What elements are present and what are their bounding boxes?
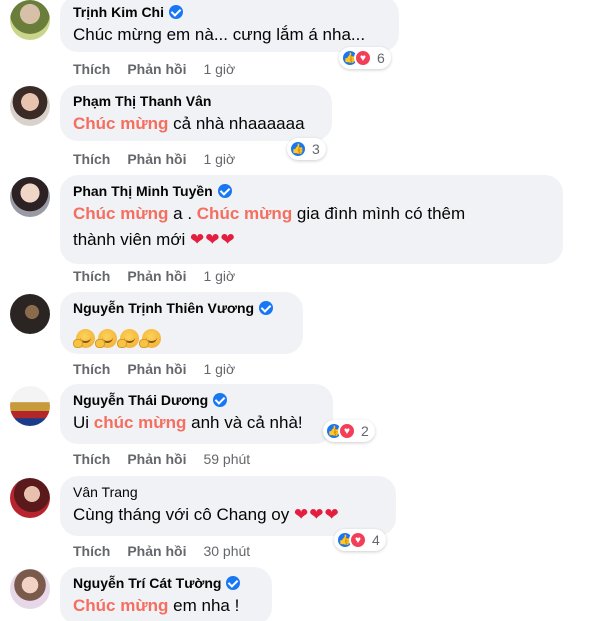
like-button[interactable]: Thích xyxy=(73,61,110,77)
reply-button[interactable]: Phản hồi xyxy=(127,61,186,77)
comment-bubble: Trịnh Kim Chi Chúc mừng em nà... cưng lắ… xyxy=(60,0,399,52)
comment-actions: Thích Phản hồi 1 giờ xyxy=(73,60,235,78)
hugging-face-emoji-icon xyxy=(95,328,117,348)
comment-text: Ui chúc mừng anh và cả nhà! xyxy=(73,410,319,436)
commenter-name[interactable]: Trịnh Kim Chi xyxy=(73,4,164,20)
comment-actions: Thích Phản hồi 1 giờ xyxy=(73,150,235,168)
comment-time[interactable]: 1 giờ xyxy=(203,361,235,377)
comment-actions: Thích Phản hồi 59 phút xyxy=(73,450,250,468)
reply-button[interactable]: Phản hồi xyxy=(127,451,186,467)
reaction-summary[interactable]: 👍 3 xyxy=(287,138,326,160)
highlight-text: Chúc mừng xyxy=(73,596,169,615)
reaction-summary[interactable]: 👍 ♥ 4 xyxy=(334,529,386,551)
comment-text: Chúc mừng em nà... cưng lắm á nha... xyxy=(73,25,366,44)
verified-badge-icon xyxy=(217,184,232,198)
comment-text: Chúc mừng a . Chúc mừng gia đình mình có… xyxy=(73,201,549,227)
text-fragment: Cùng tháng với cô Chang oy xyxy=(73,505,294,524)
avatar[interactable] xyxy=(10,0,50,40)
heart-emoji-icon: ❤❤❤ xyxy=(189,230,236,249)
heart-reaction-icon: ♥ xyxy=(338,422,356,440)
like-button[interactable]: Thích xyxy=(73,268,110,284)
reaction-summary[interactable]: 👍 ♥ 6 xyxy=(339,47,391,69)
comment-bubble: Nguyễn Trí Cát Tường Chúc mừng em nha ! xyxy=(60,567,272,621)
hugging-face-emoji-icon xyxy=(73,328,95,348)
avatar[interactable] xyxy=(10,386,50,426)
reply-button[interactable]: Phản hồi xyxy=(127,361,186,377)
avatar[interactable] xyxy=(10,478,50,518)
comment-time[interactable]: 1 giờ xyxy=(203,268,235,284)
highlight-text: Chúc mừng xyxy=(73,204,169,223)
comment-bubble: Phan Thị Minh Tuyền Chúc mừng a . Chúc m… xyxy=(60,175,563,264)
text-fragment: Ui xyxy=(73,413,94,432)
comment-time[interactable]: 1 giờ xyxy=(203,61,235,77)
text-fragment: em nha ! xyxy=(168,596,240,615)
heart-reaction-icon: ♥ xyxy=(349,531,367,549)
like-button[interactable]: Thích xyxy=(73,361,110,377)
comment-text: Cùng tháng với cô Chang oy ❤❤❤ xyxy=(73,502,382,528)
verified-badge-icon xyxy=(226,576,241,590)
reply-button[interactable]: Phản hồi xyxy=(127,151,186,167)
comment-bubble: Vân Trang Cùng tháng với cô Chang oy ❤❤❤ xyxy=(60,476,396,536)
comment-time[interactable]: 59 phút xyxy=(203,451,250,467)
text-fragment: gia đình mình có thêm xyxy=(292,204,466,223)
reply-button[interactable]: Phản hồi xyxy=(127,543,186,559)
comment-actions: Thích Phản hồi 30 phút xyxy=(73,542,250,560)
reaction-count: 6 xyxy=(377,50,385,66)
commenter-name[interactable]: Nguyễn Trí Cát Tường xyxy=(73,575,221,591)
hugging-face-emoji-icon xyxy=(139,328,161,348)
commenter-name[interactable]: Phạm Thị Thanh Vân xyxy=(73,93,211,109)
text-fragment: cả nhà nhaaaaaa xyxy=(168,114,305,133)
commenter-name[interactable]: Nguyễn Thái Dương xyxy=(73,392,208,408)
reaction-summary[interactable]: 👍 ♥ 2 xyxy=(323,420,375,442)
hugging-face-emoji-icon xyxy=(117,328,139,348)
like-reaction-icon: 👍 xyxy=(289,140,307,158)
comment-bubble: Phạm Thị Thanh Vân Chúc mừng cả nhà nhaa… xyxy=(60,85,332,141)
avatar[interactable] xyxy=(10,177,50,217)
comment-text: Chúc mừng em nha ! xyxy=(73,593,258,619)
reaction-count: 2 xyxy=(361,423,369,439)
verified-badge-icon xyxy=(213,393,228,407)
comment-text: Chúc mừng cả nhà nhaaaaaa xyxy=(73,111,318,137)
reaction-count: 4 xyxy=(372,532,380,548)
reaction-count: 3 xyxy=(312,141,320,157)
avatar[interactable] xyxy=(10,569,50,609)
heart-reaction-icon: ♥ xyxy=(354,49,372,67)
comment-bubble: Nguyễn Trịnh Thiên Vương xyxy=(60,292,303,354)
reply-button[interactable]: Phản hồi xyxy=(127,268,186,284)
highlight-text: chúc mừng xyxy=(93,413,187,432)
heart-emoji-icon: ❤❤❤ xyxy=(293,505,340,524)
verified-badge-icon xyxy=(259,301,274,315)
text-fragment: anh và cả nhà! xyxy=(186,413,303,432)
like-button[interactable]: Thích xyxy=(73,151,110,167)
commenter-name[interactable]: Nguyễn Trịnh Thiên Vương xyxy=(73,300,254,316)
text-fragment: a . xyxy=(168,204,197,223)
highlight-text: Chúc mừng xyxy=(196,204,293,223)
comment-time[interactable]: 30 phút xyxy=(203,543,250,559)
comment-actions: Thích Phản hồi 1 giờ xyxy=(73,360,235,378)
like-button[interactable]: Thích xyxy=(73,543,110,559)
text-fragment: thành viên mới xyxy=(73,230,190,249)
highlight-text: Chúc mừng xyxy=(73,114,169,133)
comment-actions: Thích Phản hồi 1 giờ xyxy=(73,267,235,285)
like-button[interactable]: Thích xyxy=(73,451,110,467)
avatar[interactable] xyxy=(10,86,50,126)
comment-emoji-row xyxy=(73,318,289,350)
commenter-name[interactable]: Phan Thị Minh Tuyền xyxy=(73,183,213,199)
comment-bubble: Nguyễn Thái Dương Ui chúc mừng anh và cả… xyxy=(60,384,333,444)
avatar[interactable] xyxy=(10,294,50,334)
verified-badge-icon xyxy=(169,5,183,19)
comment-text-line2: thành viên mới ❤❤❤ xyxy=(73,227,549,253)
comment-time[interactable]: 1 giờ xyxy=(203,151,235,167)
commenter-name[interactable]: Vân Trang xyxy=(73,484,138,500)
